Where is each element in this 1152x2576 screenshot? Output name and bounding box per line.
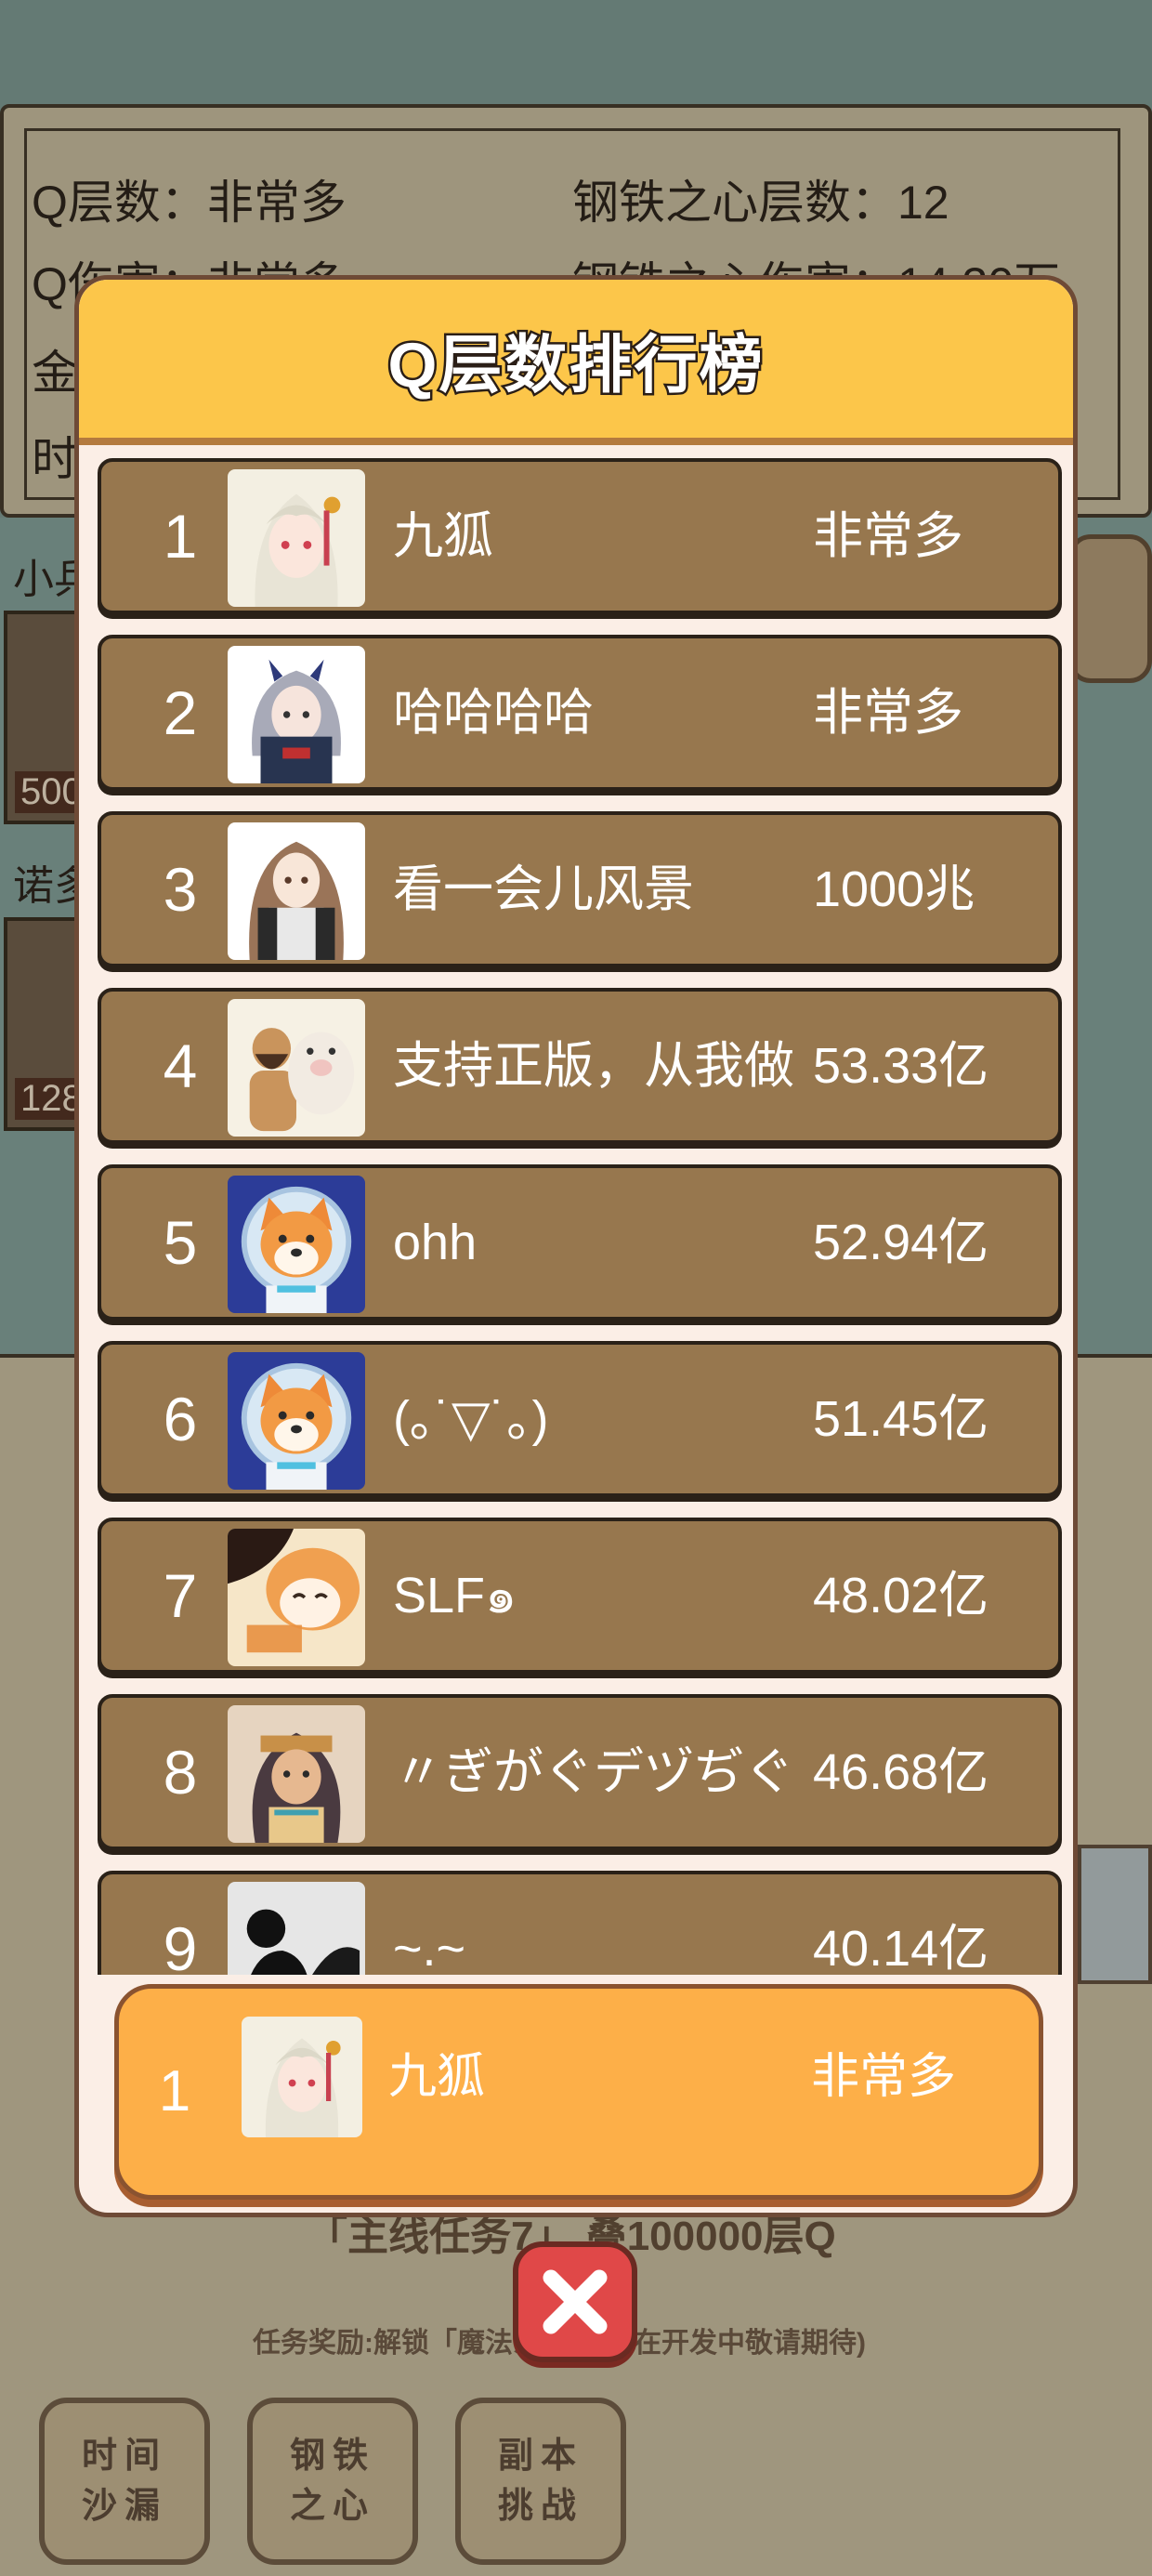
rank-number: 2 — [163, 678, 198, 747]
rank-list[interactable]: 1 九狐 非常多 2 哈哈哈哈 非常多 3 看一会儿风景 1000兆 4 支持正… — [79, 458, 1073, 1975]
anime-white-hair-icon — [228, 469, 365, 607]
player-score: 1000兆 — [813, 861, 975, 917]
player-score: 非常多 — [813, 685, 963, 741]
shiba-astronaut-icon — [228, 1352, 365, 1490]
rank-number: 6 — [163, 1385, 198, 1453]
my-player-name: 九狐 — [388, 2050, 486, 2104]
rank-number: 9 — [163, 1914, 198, 1975]
player-name: ~.~ — [393, 1921, 466, 1975]
close-button[interactable] — [513, 2241, 637, 2362]
modal-title: Q层数排行榜 — [386, 327, 765, 402]
player-name: 看一会儿风景 — [393, 861, 694, 917]
rank-row[interactable]: 3 看一会儿风景 1000兆 — [98, 811, 1062, 967]
player-score: 48.02亿 — [813, 1568, 989, 1623]
shiba-astronaut-icon — [228, 1176, 365, 1313]
rank-number: 8 — [163, 1738, 198, 1807]
player-name: (｡˙▽˙｡) — [393, 1391, 549, 1447]
modal-header: Q层数排行榜 — [79, 280, 1073, 445]
rank-row[interactable]: 2 哈哈哈哈 非常多 — [98, 635, 1062, 791]
player-name: SLF๑ — [393, 1568, 517, 1623]
rank-number: 4 — [163, 1032, 198, 1100]
leaderboard-modal: Q层数排行榜 1 九狐 非常多 2 哈哈哈哈 非常多 3 看一会儿风景 1000… — [74, 275, 1078, 2217]
player-name: 支持正版，从我做 — [393, 1038, 794, 1094]
player-name: ohh — [393, 1215, 478, 1270]
player-name: 哈哈哈哈 — [393, 685, 594, 741]
rank-row[interactable]: 8 〃ぎがぐデヅぢぐ 46.68亿 — [98, 1694, 1062, 1850]
anime-warrior-girl-icon — [228, 1705, 365, 1843]
rank-number: 1 — [163, 502, 198, 571]
player-score: 53.33亿 — [813, 1038, 989, 1094]
player-score: 51.45亿 — [813, 1391, 989, 1447]
close-icon — [543, 2269, 608, 2334]
anime-silver-hair-icon — [228, 646, 365, 783]
rank-row[interactable]: 6 (｡˙▽˙｡) 51.45亿 — [98, 1341, 1062, 1497]
rank-number: 5 — [163, 1208, 198, 1277]
player-score: 52.94亿 — [813, 1215, 989, 1270]
rank-number: 3 — [163, 855, 198, 924]
my-rank-number: 1 — [158, 2059, 191, 2123]
rank-row[interactable]: 1 九狐 非常多 — [98, 458, 1062, 614]
player-name: 〃ぎがぐデヅぢぐ — [393, 1744, 794, 1800]
my-rank-row: 1 九狐 非常多 — [114, 1984, 1043, 2200]
anime-umaru-icon — [228, 1529, 365, 1666]
rank-row[interactable]: 5 ohh 52.94亿 — [98, 1164, 1062, 1321]
my-player-score: 非常多 — [811, 2050, 957, 2104]
player-score: 40.14亿 — [813, 1921, 989, 1975]
rank-row[interactable]: 7 SLF๑ 48.02亿 — [98, 1518, 1062, 1674]
rank-row[interactable]: 4 支持正版，从我做 53.33亿 — [98, 988, 1062, 1144]
anime-brown-hair-icon — [228, 822, 365, 960]
player-score: 46.68亿 — [813, 1744, 989, 1800]
silhouette-icon — [228, 1882, 365, 1975]
player-name: 九狐 — [393, 508, 493, 564]
cartoon-man-pig-icon — [228, 999, 365, 1137]
rank-row[interactable]: 9 ~.~ 40.14亿 — [98, 1871, 1062, 1975]
anime-white-hair-icon — [242, 2017, 362, 2137]
player-score: 非常多 — [813, 508, 963, 564]
rank-number: 7 — [163, 1561, 198, 1630]
